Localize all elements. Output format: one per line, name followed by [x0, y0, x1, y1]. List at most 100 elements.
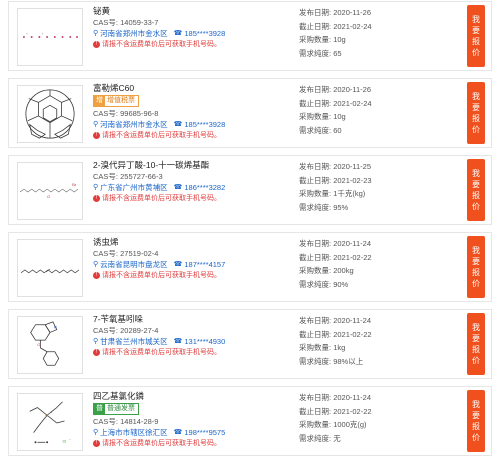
- demand-card[interactable]: 诱虫烯 CAS号: 27519-02-4 ⚲ 云南省昆明市盘龙区 ☎ 187***…: [8, 232, 492, 302]
- deadline-value: 2021-02-23: [333, 175, 372, 185]
- location-row: ⚲ 河南省郑州市金水区 ☎ 185****3928: [93, 119, 303, 130]
- quote-button-char: 要: [472, 257, 480, 266]
- phone-number: 185****3928: [184, 29, 226, 38]
- quote-button[interactable]: 我 要 报 价: [467, 390, 485, 452]
- deadline-date: 截止日期: 2021-02-23: [299, 174, 429, 188]
- cas-label: CAS号:: [93, 326, 119, 335]
- cas-value: 14814-28-9: [120, 417, 159, 426]
- structure-image[interactable]: P + Cl -: [17, 393, 83, 451]
- phone-number: 186****3282: [184, 183, 226, 192]
- product-name[interactable]: 7-苄氧基吲哚: [93, 314, 303, 325]
- deadline-label: 截止日期:: [299, 98, 332, 108]
- quote-button[interactable]: 我 要 报 价: [467, 159, 485, 221]
- quantity-label: 采购数量:: [299, 343, 332, 352]
- warning-text: 请报不含运费单价后可获取手机号码。: [102, 272, 221, 279]
- cas-number: CAS号: 27519-02-4: [93, 248, 303, 259]
- location-text: 云南省昆明市盘龙区: [100, 260, 168, 269]
- location-row: ⚲ 河南省郑州市金水区 ☎ 185****3928: [93, 28, 303, 39]
- phone[interactable]: ☎ 187****4157: [174, 259, 226, 270]
- cas-number: CAS号: 14814-28-9: [93, 416, 303, 427]
- publish-value: 2020-11-26: [333, 85, 371, 94]
- phone[interactable]: ☎ 185****3928: [174, 28, 226, 39]
- product-name[interactable]: 诱虫烯: [93, 237, 303, 248]
- publish-label: 发布日期:: [299, 239, 332, 248]
- structure-image[interactable]: HO: [17, 316, 83, 374]
- warning-text: 请报不含运费单价后可获取手机号码。: [102, 132, 221, 139]
- demand-meta: 发布日期: 2020-11-24 截止日期: 2021-02-22 采购数量: …: [299, 391, 429, 445]
- quote-button[interactable]: 我 要 报 价: [467, 5, 485, 67]
- quote-button-char: 价: [472, 356, 480, 365]
- phone[interactable]: ☎ 186****3282: [174, 182, 226, 193]
- product-name[interactable]: 2-溴代异丁酸-10-十一碳烯基酯: [93, 160, 303, 171]
- deadline-date: 截止日期: 2021-02-22: [299, 328, 429, 342]
- phone-icon: ☎: [173, 261, 183, 268]
- purity-label: 需求纯度:: [299, 356, 332, 366]
- long-chain-ester-icon: Br O: [18, 163, 82, 219]
- invoice-badge-text: 普通发票: [107, 405, 135, 412]
- publish-value: 2020-11-24: [333, 393, 371, 402]
- purity-label: 需求纯度:: [299, 48, 332, 58]
- quote-button-char: 我: [472, 246, 480, 255]
- purchase-quantity: 采购数量: 1千克(kg): [299, 187, 429, 201]
- location-pin-icon: ⚲: [93, 261, 99, 268]
- deadline-date: 截止日期: 2021-02-22: [299, 405, 429, 419]
- structure-image[interactable]: [17, 85, 83, 143]
- demand-card[interactable]: P + Cl - 四乙基氯化鏻 普普通发票 CAS号: 14814-28-9 ⚲ 上海…: [8, 386, 492, 456]
- warning-text: 请报不含运费单价后可获取手机号码。: [102, 440, 221, 447]
- deadline-date: 截止日期: 2021-02-24: [299, 20, 429, 34]
- purchase-quantity: 采购数量: 10g: [299, 110, 429, 124]
- deadline-date: 截止日期: 2021-02-22: [299, 251, 429, 265]
- publish-date: 发布日期: 2020-11-24: [299, 237, 429, 251]
- location-text: 上海市市辖区徐汇区: [100, 428, 168, 437]
- product-info: 7-苄氧基吲哚 CAS号: 20289-27-4 ⚲ 甘肃省兰州市城关区 ☎ 13…: [93, 314, 303, 358]
- purity-label: 需求纯度:: [299, 125, 332, 135]
- cas-number: CAS号: 99685-96-8: [93, 108, 303, 119]
- deadline-label: 截止日期:: [299, 329, 332, 339]
- demand-card[interactable]: Br O 2-溴代异丁酸-10-十一碳烯基酯 CAS号: 255727-66-3 …: [8, 155, 492, 225]
- quote-button-char: 要: [472, 103, 480, 112]
- deadline-value: 2021-02-22: [333, 329, 372, 339]
- demand-meta: 发布日期: 2020-11-26 截止日期: 2021-02-24 采购数量: …: [299, 83, 429, 137]
- quantity-value: 1000克(g): [333, 420, 367, 429]
- warning-text: 请报不含运费单价后可获取手机号码。: [102, 195, 221, 202]
- quote-button[interactable]: 我 要 报 价: [467, 236, 485, 298]
- quantity-label: 采购数量:: [299, 189, 332, 198]
- location-pin-icon: ⚲: [93, 338, 99, 345]
- purity-label: 需求纯度:: [299, 433, 332, 443]
- cas-label: CAS号:: [93, 249, 119, 258]
- product-name[interactable]: 铋黄: [93, 6, 303, 17]
- product-name[interactable]: 四乙基氯化鏻: [93, 391, 303, 402]
- demand-card[interactable]: + + - 铋黄 CAS号: 14059-33-7 ⚲ 河南省郑州市金水区 ☎ 185…: [8, 1, 492, 71]
- quote-warning: ! 请报不含运费单价后可获取手机号码。: [93, 270, 303, 281]
- quantity-value: 1kg: [333, 343, 346, 352]
- product-info: 富勒烯C60 增增值税票 CAS号: 99685-96-8 ⚲ 河南省郑州市金水…: [93, 83, 303, 141]
- location-pin-icon: ⚲: [93, 184, 99, 191]
- demand-card[interactable]: 富勒烯C60 增增值税票 CAS号: 99685-96-8 ⚲ 河南省郑州市金水…: [8, 78, 492, 148]
- quote-button[interactable]: 我 要 报 价: [467, 313, 485, 375]
- phone[interactable]: ☎ 185****3928: [174, 119, 226, 130]
- required-purity: 需求纯度: 65: [299, 47, 429, 61]
- phone[interactable]: ☎ 198****9575: [174, 427, 226, 438]
- cas-value: 14059-33-7: [120, 18, 159, 27]
- phone-icon: ☎: [173, 30, 183, 37]
- publish-label: 发布日期:: [299, 316, 332, 325]
- quote-button[interactable]: 我 要 报 价: [467, 82, 485, 144]
- publish-label: 发布日期:: [299, 393, 332, 402]
- structure-image[interactable]: [17, 239, 83, 297]
- product-name[interactable]: 富勒烯C60: [93, 83, 303, 94]
- svg-text:P: P: [45, 414, 48, 420]
- quote-button-char: 报: [472, 345, 480, 354]
- warning-icon: !: [93, 41, 100, 48]
- purity-label: 需求纯度:: [299, 279, 332, 289]
- cas-value: 99685-96-8: [120, 109, 159, 118]
- structure-image[interactable]: Br O: [17, 162, 83, 220]
- warning-text: 请报不含运费单价后可获取手机号码。: [102, 349, 221, 356]
- publish-label: 发布日期:: [299, 8, 332, 17]
- svg-text:-: -: [69, 437, 71, 441]
- demand-card[interactable]: HO 7-苄氧基吲哚 CAS号: 20289-27-4 ⚲ 甘肃省兰州市城关区 …: [8, 309, 492, 379]
- phone[interactable]: ☎ 131****4930: [174, 336, 226, 347]
- structure-image[interactable]: + + -: [17, 8, 83, 66]
- publish-value: 2020-11-25: [333, 162, 371, 171]
- quantity-value: 1千克(kg): [333, 189, 366, 198]
- deadline-label: 截止日期:: [299, 252, 332, 262]
